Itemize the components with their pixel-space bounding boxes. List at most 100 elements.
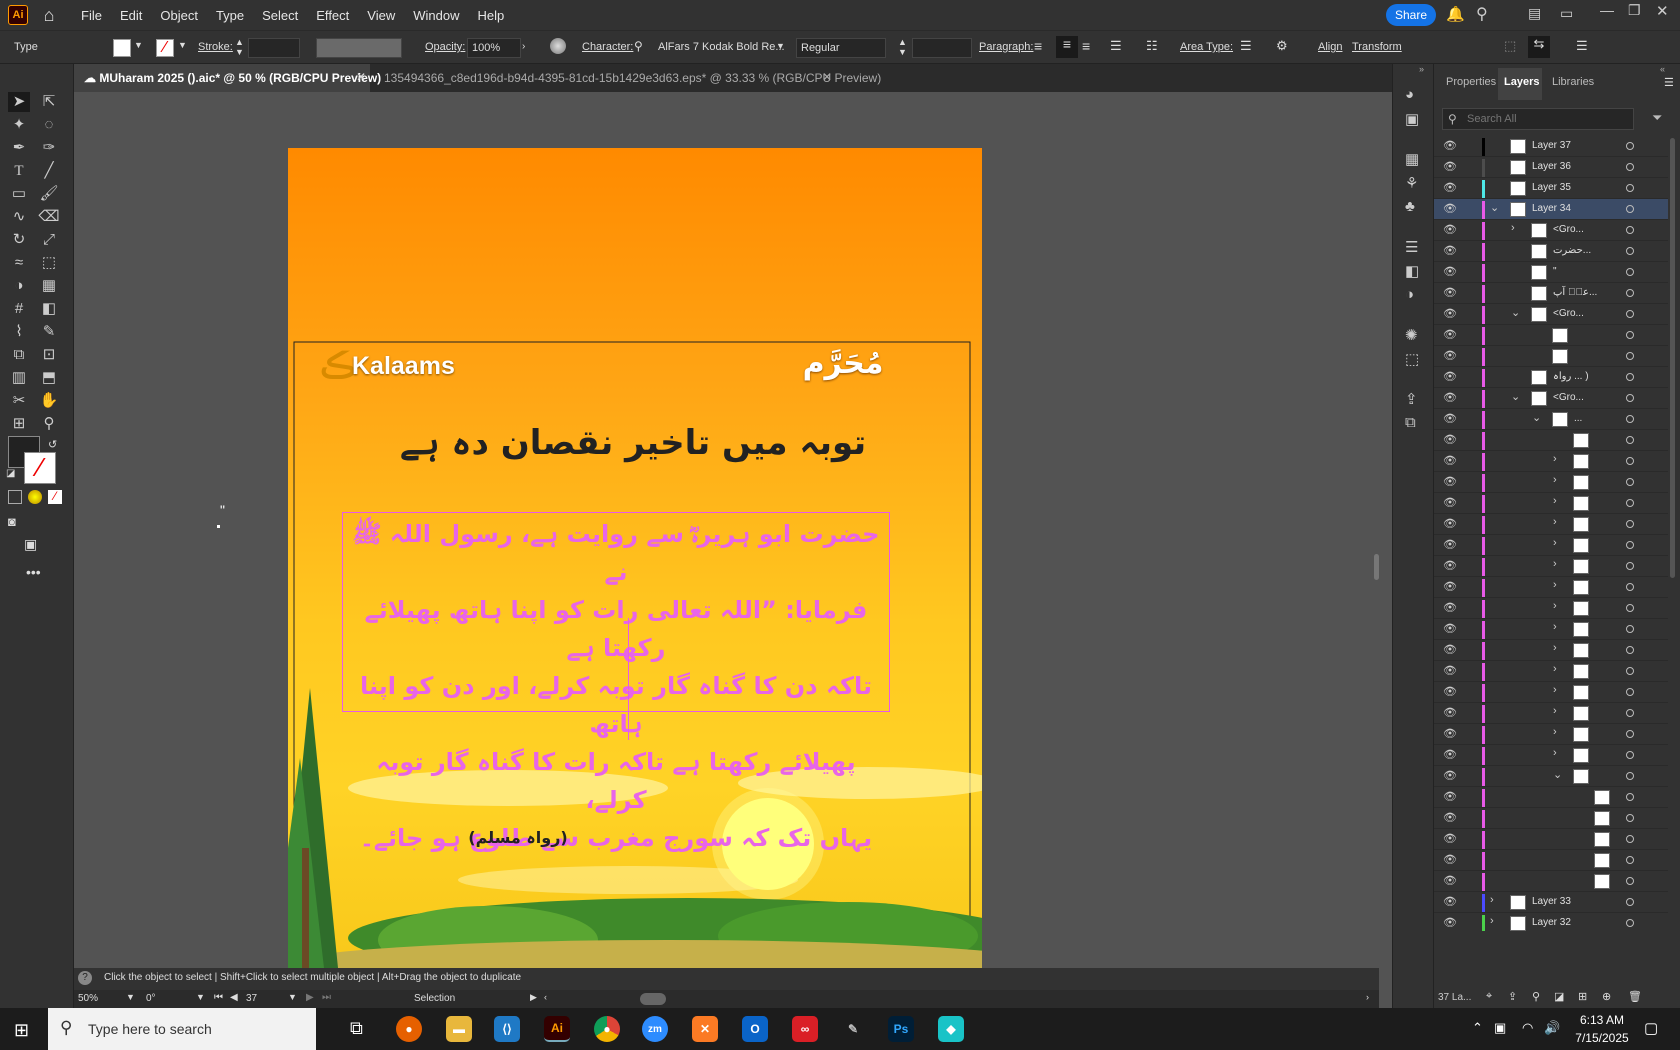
- slice-tool-icon[interactable]: ✂: [8, 391, 30, 411]
- expand-right-icon[interactable]: ›: [1553, 663, 1557, 675]
- align-link[interactable]: Align: [1318, 41, 1342, 53]
- layer-row[interactable]: 👁 ›: [1434, 493, 1668, 514]
- collapse-panels-icon[interactable]: »: [1419, 64, 1424, 74]
- menu-effect[interactable]: Effect: [307, 8, 358, 23]
- visibility-eye-icon[interactable]: 👁: [1443, 328, 1457, 341]
- panel-menu-icon[interactable]: ☰: [1576, 38, 1588, 54]
- expand-right-icon[interactable]: ›: [1490, 915, 1494, 927]
- visibility-eye-icon[interactable]: 👁: [1443, 517, 1457, 530]
- graph-tool-icon[interactable]: ▥: [8, 368, 30, 388]
- windows-start-icon[interactable]: ⊞: [14, 1020, 29, 1041]
- default-colors-icon[interactable]: ◪: [6, 468, 15, 479]
- first-artboard-icon[interactable]: ⏮: [214, 992, 223, 1003]
- numbering-icon[interactable]: ☷: [1146, 38, 1158, 54]
- tray-wifi-icon[interactable]: ◠: [1522, 1020, 1533, 1036]
- bell-icon[interactable]: 🔔: [1446, 5, 1465, 23]
- print-tiling-icon[interactable]: ⊞: [8, 414, 30, 434]
- target-icon[interactable]: [1626, 415, 1634, 423]
- rotation-field[interactable]: 0°: [146, 993, 156, 1004]
- stroke-weight-field[interactable]: [248, 38, 300, 58]
- notifications-icon[interactable]: ▢: [1644, 1019, 1658, 1037]
- tab-layers[interactable]: Layers: [1504, 76, 1539, 88]
- creative-cloud-icon[interactable]: ∞: [792, 1016, 818, 1042]
- workspace-icon[interactable]: ▤: [1528, 5, 1541, 22]
- visibility-eye-icon[interactable]: 👁: [1443, 181, 1457, 194]
- layer-row[interactable]: 👁 ›: [1434, 640, 1668, 661]
- expand-right-icon[interactable]: ›: [1553, 600, 1557, 612]
- variable-width-profile[interactable]: [316, 38, 402, 58]
- stroke-panel-icon[interactable]: ☰: [1405, 238, 1418, 256]
- align-center-icon[interactable]: ≡: [1056, 36, 1078, 58]
- shaper-tool-icon[interactable]: ∿: [8, 207, 30, 227]
- layer-row[interactable]: 👁 عنؓ آپ...: [1434, 283, 1668, 304]
- filter-icon[interactable]: ⏷: [1652, 110, 1662, 126]
- target-icon[interactable]: [1626, 310, 1634, 318]
- type-orientation-icon[interactable]: ⇆: [1528, 36, 1550, 58]
- zoom-field[interactable]: 50%: [78, 993, 98, 1004]
- file-explorer-icon[interactable]: ▬: [446, 1016, 472, 1042]
- next-artboard-icon[interactable]: ▶: [306, 992, 314, 1003]
- layer-row[interactable]: 👁 ›: [1434, 598, 1668, 619]
- target-icon[interactable]: [1626, 814, 1634, 822]
- target-icon[interactable]: [1626, 919, 1634, 927]
- status-menu-icon[interactable]: ▶: [530, 992, 537, 1003]
- target-icon[interactable]: [1626, 268, 1634, 276]
- brushes-panel-icon[interactable]: ⚘: [1405, 174, 1418, 192]
- draw-mode-icon[interactable]: ◙: [8, 514, 16, 529]
- rotation-dropdown-icon[interactable]: ▼: [196, 992, 205, 1002]
- tab-properties[interactable]: Properties: [1446, 76, 1496, 88]
- target-icon[interactable]: [1626, 562, 1634, 570]
- target-icon[interactable]: [1626, 646, 1634, 654]
- tray-chevron-icon[interactable]: ⌃: [1472, 1020, 1483, 1036]
- vertical-scrollbar-thumb[interactable]: [1374, 554, 1379, 580]
- layer-row[interactable]: 👁: [1434, 430, 1668, 451]
- tab-muharam[interactable]: ☁ MUharam 2025 ().aic* @ 50 % (RGB/CPU P…: [74, 64, 381, 92]
- layer-row[interactable]: 👁 ": [1434, 262, 1668, 283]
- visibility-eye-icon[interactable]: 👁: [1443, 580, 1457, 593]
- layer-row[interactable]: 👁 › Layer 33: [1434, 892, 1668, 913]
- bullets-icon[interactable]: ☰: [1110, 38, 1122, 54]
- visibility-eye-icon[interactable]: 👁: [1443, 454, 1457, 467]
- direct-selection-tool-icon[interactable]: ⇱: [38, 92, 60, 112]
- scale-tool-icon[interactable]: ⤢: [38, 230, 60, 250]
- visibility-eye-icon[interactable]: 👁: [1443, 475, 1457, 488]
- menu-file[interactable]: File: [72, 8, 111, 23]
- curvature-tool-icon[interactable]: ✑: [38, 138, 60, 158]
- maximize-button[interactable]: ❐: [1628, 2, 1641, 19]
- close-window-button[interactable]: ✕: [1656, 2, 1669, 20]
- layer-row[interactable]: 👁 ›: [1434, 682, 1668, 703]
- visibility-eye-icon[interactable]: 👁: [1443, 916, 1457, 929]
- eyedropper-icon[interactable]: ⌇: [8, 322, 30, 342]
- layer-row[interactable]: 👁 ›: [1434, 619, 1668, 640]
- layer-row[interactable]: 👁 ⌄ <Gro...: [1434, 304, 1668, 325]
- layer-row[interactable]: 👁 ›: [1434, 514, 1668, 535]
- more-tools-icon[interactable]: •••: [26, 564, 41, 580]
- stroke-swatch[interactable]: ⁄: [156, 39, 174, 57]
- layer-row[interactable]: 👁: [1434, 829, 1668, 850]
- target-icon[interactable]: [1626, 478, 1634, 486]
- visibility-eye-icon[interactable]: 👁: [1443, 748, 1457, 761]
- width-tool-icon[interactable]: ≈: [8, 253, 30, 273]
- symbol-sprayer-icon[interactable]: ⊡: [38, 345, 60, 365]
- home-icon[interactable]: ⌂: [34, 5, 64, 26]
- last-artboard-icon[interactable]: ⏭: [322, 992, 331, 1003]
- layer-row[interactable]: 👁: [1434, 346, 1668, 367]
- isolate-icon[interactable]: ⬚: [1504, 38, 1516, 54]
- layer-row[interactable]: 👁 ›: [1434, 577, 1668, 598]
- xampp-icon[interactable]: ✕: [692, 1016, 718, 1042]
- visibility-eye-icon[interactable]: 👁: [1443, 622, 1457, 635]
- opacity-field[interactable]: 100%: [467, 38, 521, 58]
- layer-row[interactable]: 👁 ›: [1434, 745, 1668, 766]
- menu-type[interactable]: Type: [207, 8, 253, 23]
- appearance-panel-icon[interactable]: ▣: [1405, 110, 1419, 128]
- search-layer-icon[interactable]: ⚲: [1532, 990, 1540, 1003]
- fill-swatch[interactable]: [113, 39, 131, 57]
- zoom-dropdown-icon[interactable]: ▼: [126, 992, 135, 1002]
- scroll-left-icon[interactable]: ‹: [544, 992, 547, 1002]
- expand-right-icon[interactable]: ›: [1553, 726, 1557, 738]
- layer-row[interactable]: 👁 › Layer 32: [1434, 913, 1668, 931]
- canvas[interactable]: " ڪ Kalaams مُحَرَّم توبہ میں تاخیر نقصا…: [74, 92, 1379, 968]
- rectangle-tool-icon[interactable]: ▭: [8, 184, 30, 204]
- expand-right-icon[interactable]: ›: [1553, 495, 1557, 507]
- gradient-panel-icon[interactable]: ◧: [1405, 262, 1419, 280]
